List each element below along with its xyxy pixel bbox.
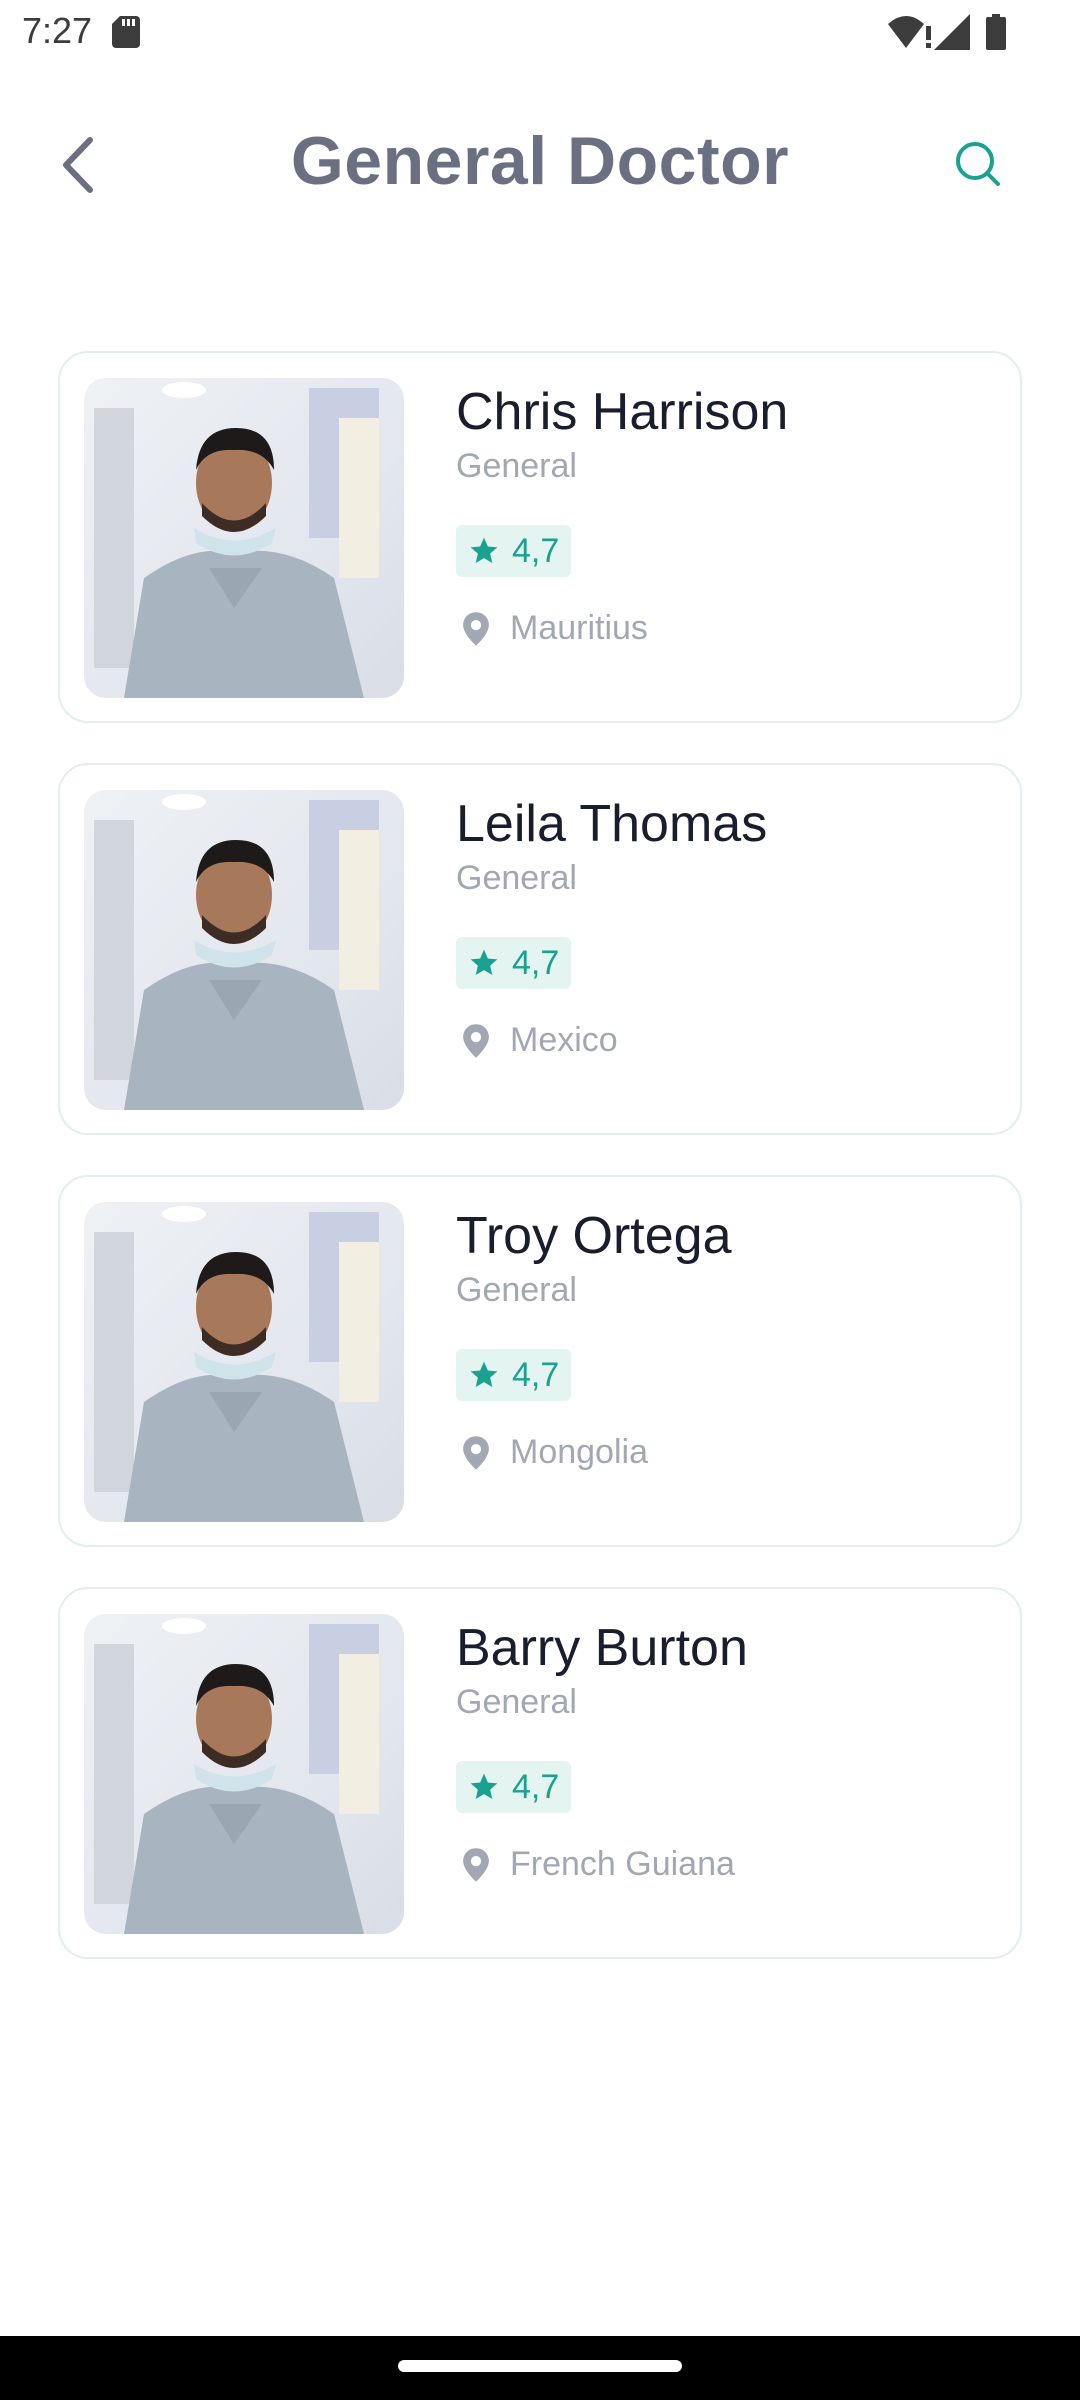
battery-icon [986,14,1006,50]
star-icon [470,1361,498,1387]
rating-badge: 4,7 [456,937,572,989]
doctor-name: Chris Harrison [456,383,789,441]
wifi-icon [888,16,931,48]
doctor-name: Troy Ortega [456,1207,732,1265]
rating-value: 4,7 [512,531,560,570]
home-indicator[interactable] [398,2360,682,2372]
location-pin-icon [463,1847,489,1882]
location-text: Mongolia [510,1433,648,1471]
location-text: Mexico [510,1021,618,1059]
search-button[interactable] [948,134,1008,194]
star-icon [470,1773,498,1799]
sd-card-icon [112,16,140,48]
doctor-location: Mexico [460,1021,996,1060]
page-title: General Doctor [290,123,790,199]
doctor-name: Barry Burton [456,1619,748,1677]
app-header: General Doctor [0,100,1080,230]
doctor-specialty: General [456,447,577,485]
doctor-card[interactable]: Chris Harrison General 4,7 Mauritius [58,351,1022,723]
doctor-photo [84,378,404,698]
status-bar: 7:27 [0,0,1080,64]
doctor-card[interactable]: Barry Burton General 4,7 French Guiana [58,1587,1022,1959]
rating-badge: 4,7 [456,525,572,577]
doctor-specialty: General [456,1683,577,1721]
doctor-photo [84,1202,404,1522]
rating-badge: 4,7 [456,1349,572,1401]
cell-signal-icon [934,14,970,50]
star-icon [470,537,498,563]
doctor-name: Leila Thomas [456,795,768,853]
doctor-card[interactable]: Troy Ortega General 4,7 Mongolia [58,1175,1022,1547]
doctor-card[interactable]: Leila Thomas General 4,7 Mexico [58,763,1022,1135]
rating-value: 4,7 [512,943,560,982]
rating-value: 4,7 [512,1355,560,1394]
doctor-location: French Guiana [460,1845,996,1884]
rating-badge: 4,7 [456,1761,572,1813]
doctor-specialty: General [456,859,577,897]
location-text: Mauritius [510,609,648,647]
doctor-photo [84,790,404,1110]
star-icon [470,949,498,975]
doctor-list: Chris Harrison General 4,7 Mauritius Lei… [58,351,1022,1999]
rating-value: 4,7 [512,1767,560,1806]
doctor-location: Mauritius [460,609,996,648]
doctor-specialty: General [456,1271,577,1309]
location-pin-icon [463,1435,489,1470]
location-text: French Guiana [510,1845,735,1883]
location-pin-icon [463,1023,489,1058]
doctor-photo [84,1614,404,1934]
status-time: 7:27 [22,10,93,51]
system-nav-bar [0,2336,1080,2400]
location-pin-icon [463,611,489,646]
doctor-location: Mongolia [460,1433,996,1472]
